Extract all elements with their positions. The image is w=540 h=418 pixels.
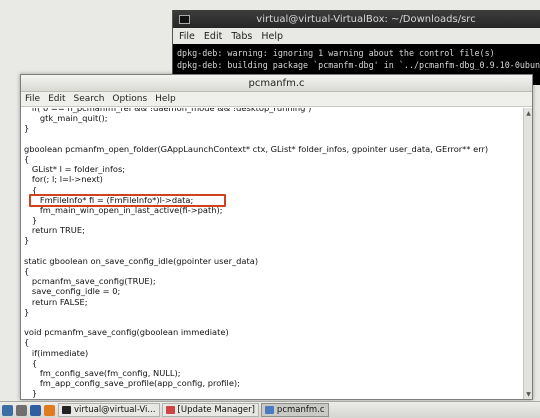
code-editor-area[interactable]: if( 0 == n_pcmanfm_ref && !daemon_mode &… <box>21 108 523 399</box>
code-line: static gboolean on_save_config_idle(gpoi… <box>24 255 259 266</box>
code-line: { <box>24 357 38 368</box>
editor-menu-edit[interactable]: Edit <box>48 94 65 104</box>
code-line: fm_config_save(fm_config, NULL); <box>24 367 181 378</box>
code-line: { <box>24 153 30 164</box>
editor-menu-help[interactable]: Help <box>155 94 176 104</box>
taskbar-button-label: pcmanfm.c <box>276 405 325 415</box>
code-line: { <box>24 337 30 348</box>
taskbar-button-label: [Update Manager] <box>177 405 255 415</box>
code-line: } <box>24 388 38 399</box>
code-line: } <box>24 306 30 317</box>
code-line: save_config_idle = 0; <box>24 286 121 297</box>
code-line: gboolean pcmanfm_open_folder(GAppLaunchC… <box>24 143 489 154</box>
code-line: gtk_main_quit(); <box>24 113 108 124</box>
web-browser-icon[interactable] <box>44 404 55 416</box>
terminal-icon <box>62 406 71 414</box>
code-line: } <box>24 123 30 134</box>
code-line: void pcmanfm_save_config(gboolean immedi… <box>24 327 229 338</box>
start-menu-icon[interactable] <box>2 404 13 416</box>
code-line: GList* l = folder_infos; <box>24 164 126 175</box>
file-manager-icon[interactable] <box>30 404 41 416</box>
code-line: return TRUE; <box>24 225 85 236</box>
editor-scrollbar[interactable]: ▲ ▼ <box>523 108 532 399</box>
code-line: for(; l; l=l->next) <box>24 174 103 185</box>
code-line: if(immediate) <box>24 347 89 358</box>
terminal-line: dpkg-deb: warning: ignoring 1 warning ab… <box>177 48 495 58</box>
editor-titlebar[interactable]: pcmanfm.c <box>21 75 532 92</box>
code-line: } <box>24 215 38 226</box>
code-line: { <box>24 266 30 276</box>
code-line: return FALSE; <box>24 296 88 307</box>
scroll-up-arrow-icon[interactable]: ▲ <box>525 109 532 117</box>
text-editor-icon <box>264 406 274 414</box>
taskbar-button-label: virtual@virtual-Vi... <box>74 405 156 415</box>
editor-menu-search[interactable]: Search <box>74 94 105 104</box>
code-line: pcmanfm_save_config(TRUE); <box>24 276 156 287</box>
code-line: else <box>24 398 523 399</box>
taskbar-button-update-manager[interactable]: [Update Manager] <box>161 403 259 417</box>
taskbar-button-terminal[interactable]: virtual@virtual-Vi... <box>58 403 160 417</box>
terminal-icon <box>179 14 190 24</box>
terminal-titlebar[interactable]: virtual@virtual-VirtualBox: ~/Downloads/… <box>173 10 540 28</box>
code-line: } <box>24 235 30 246</box>
highlight-annotation-box <box>29 194 226 207</box>
terminal-title: virtual@virtual-VirtualBox: ~/Downloads/… <box>256 13 476 25</box>
terminal-menu-tabs[interactable]: Tabs <box>231 31 252 42</box>
scroll-down-arrow-icon[interactable]: ▼ <box>525 390 532 398</box>
editor-menubar: File Edit Search Options Help <box>21 92 532 107</box>
terminal-menu-edit[interactable]: Edit <box>204 31 222 42</box>
taskbar: virtual@virtual-Vi... [Update Manager] p… <box>0 401 540 418</box>
editor-window[interactable]: pcmanfm.c File Edit Search Options Help … <box>20 74 533 400</box>
taskbar-button-editor[interactable]: pcmanfm.c <box>260 403 329 417</box>
code-line: fm_app_config_save_profile(app_config, p… <box>24 378 240 389</box>
editor-menu-file[interactable]: File <box>25 94 40 104</box>
editor-title: pcmanfm.c <box>248 77 305 89</box>
terminal-menubar: File Edit Tabs Help <box>173 28 540 44</box>
editor-menu-options[interactable]: Options <box>112 94 147 104</box>
update-manager-icon <box>165 406 175 414</box>
show-desktop-icon[interactable] <box>16 404 27 416</box>
terminal-menu-file[interactable]: File <box>179 31 195 42</box>
terminal-menu-help[interactable]: Help <box>261 31 283 42</box>
terminal-line: dpkg-deb: building package `pcmanfm-dbg'… <box>177 60 540 70</box>
